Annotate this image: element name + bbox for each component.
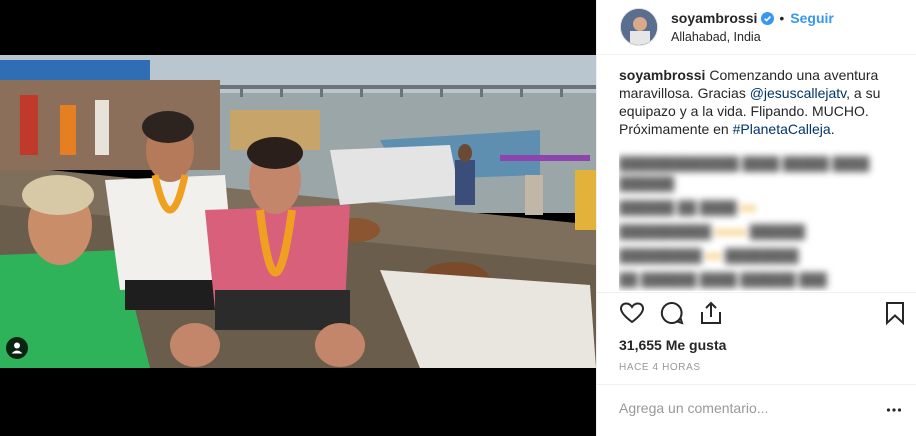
caption: soyambrossi Comenzando una aventura marav… — [619, 66, 904, 138]
caption-username[interactable]: soyambrossi — [619, 67, 705, 83]
header-username[interactable]: soyambrossi — [671, 10, 757, 26]
post-time[interactable]: HACE 4 HORAS — [619, 362, 701, 373]
caption-end: . — [830, 121, 835, 137]
divider — [597, 384, 916, 385]
blurred-comment: █████████████ ████ █████ ████ ██████ — [619, 156, 870, 191]
blurred-comment: █████████ ●● ████████ — [619, 248, 799, 263]
caption-mention[interactable]: @jesuscallejatv — [750, 85, 846, 101]
caption-hashtag[interactable]: #PlanetaCalleja — [733, 121, 831, 137]
blurred-comment: ██████████ ●●●● ██████ — [619, 224, 806, 239]
heart-icon[interactable] — [619, 300, 645, 326]
post-header: soyambrossi • Seguir Allahabad, India — [597, 0, 916, 55]
comment-input[interactable]: Agrega un comentario... — [619, 400, 768, 416]
blurred-comment: ██████ ██ ████ ●● — [619, 200, 757, 215]
verified-icon — [761, 11, 775, 25]
comments-area: soyambrossi Comenzando una aventura marav… — [619, 66, 904, 291]
follow-button[interactable]: Seguir — [790, 10, 834, 26]
blurred-comment: ██ ██████ ████ ██████ ███ — [619, 272, 827, 287]
photo-illustration — [0, 55, 596, 368]
avatar[interactable] — [620, 8, 658, 46]
media-pane — [0, 0, 596, 436]
post-sidebar: soyambrossi • Seguir Allahabad, India so… — [596, 0, 916, 436]
post-photo[interactable] — [0, 55, 596, 368]
user-tag-icon[interactable] — [6, 337, 28, 359]
dot-separator: • — [779, 10, 785, 26]
more-icon[interactable] — [886, 402, 902, 418]
share-icon[interactable] — [698, 300, 724, 326]
blurred-comments: █████████████ ████ █████ ████ ██████ ███… — [619, 154, 904, 290]
location-link[interactable]: Allahabad, India — [671, 30, 834, 44]
action-bar — [619, 300, 908, 330]
comment-icon[interactable] — [659, 300, 685, 326]
likes-count[interactable]: 31,655 Me gusta — [619, 337, 726, 353]
divider — [597, 292, 916, 293]
bookmark-icon[interactable] — [882, 300, 908, 326]
